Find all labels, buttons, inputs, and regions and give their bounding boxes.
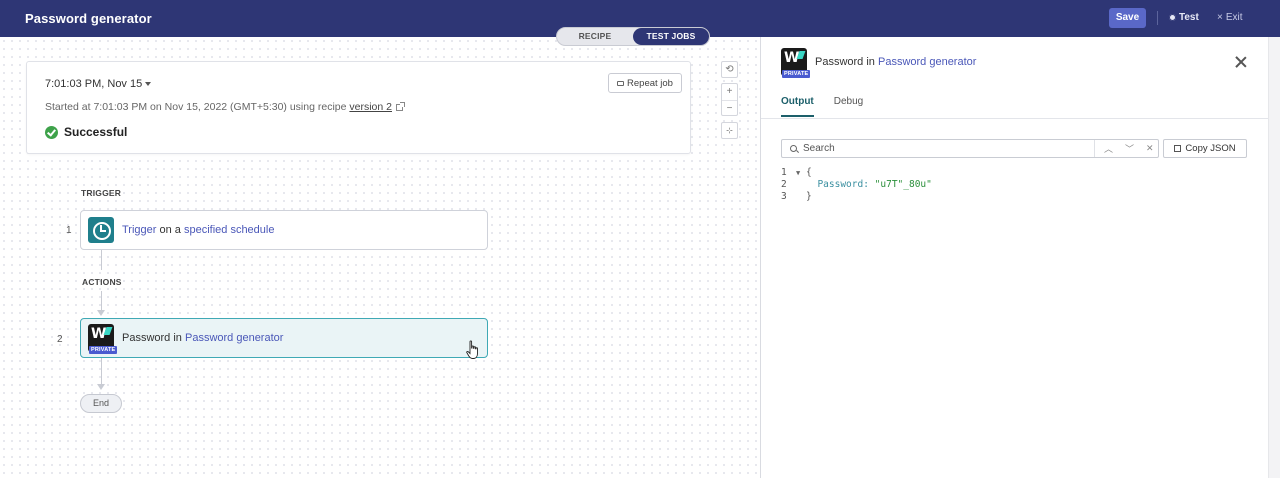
code-text: {	[806, 167, 812, 178]
reset-view-button[interactable]: ⟲	[721, 61, 738, 78]
copy-json-label: Copy JSON	[1185, 143, 1236, 154]
status-label: Successful	[64, 125, 128, 139]
chevron-down-icon	[145, 82, 152, 87]
action-step-prefix: Password in	[122, 332, 185, 344]
copy-icon	[1174, 145, 1182, 152]
arrow-down-icon	[97, 310, 105, 316]
recipe-tab[interactable]: RECIPE	[559, 28, 631, 45]
step-connector-text: on a	[156, 224, 184, 236]
search-tools: ︿ ﹀ ✕	[1094, 140, 1154, 157]
copy-json-button[interactable]: Copy JSON	[1163, 139, 1247, 158]
test-jobs-tab[interactable]: TEST JOBS	[633, 28, 709, 45]
fit-screen-icon: ⊹	[726, 126, 733, 135]
fit-screen-button[interactable]: ⊹	[721, 122, 738, 139]
chevron-down-icon[interactable]: ﹀	[1125, 142, 1134, 155]
save-button[interactable]: Save	[1109, 8, 1146, 28]
job-summary-card: 7:01:03 PM, Nov 15 Started at 7:01:03 PM…	[26, 61, 691, 154]
trigger-step[interactable]: Trigger on a specified schedule	[80, 210, 488, 250]
actions-section-label: ACTIONS	[82, 277, 122, 287]
panel-tabs: Output Debug	[781, 96, 863, 117]
header-divider	[1157, 11, 1158, 25]
code-line: 3 }	[781, 191, 932, 203]
panel-header: W PRIVATE Password in Password generator	[781, 48, 976, 78]
fold-caret-icon[interactable]: ▼	[796, 167, 806, 179]
line-number: 3	[781, 191, 787, 202]
job-time: 7:01:03 PM, Nov 15	[45, 78, 143, 90]
tabs-divider	[761, 118, 1269, 119]
job-time-dropdown[interactable]: 7:01:03 PM, Nov 15	[45, 78, 152, 90]
password-generator-link[interactable]: Password generator	[185, 332, 283, 344]
refresh-icon: ⟲	[725, 64, 734, 75]
zoom-in-button[interactable]: +	[722, 84, 737, 100]
panel-title: Password in Password generator	[815, 56, 976, 68]
logo-accent	[796, 51, 806, 59]
app-title: Password generator	[25, 11, 152, 26]
flow-connector	[101, 250, 102, 270]
exit-label: Exit	[1225, 12, 1243, 23]
action-step-text: Password in Password generator	[122, 332, 283, 344]
schedule-link[interactable]: specified schedule	[184, 224, 275, 236]
line-number: 2	[781, 179, 787, 190]
hand-cursor-icon	[466, 340, 478, 359]
search-input[interactable]	[803, 143, 1073, 154]
end-node: End	[80, 394, 122, 413]
line-number: 1	[781, 167, 787, 178]
json-key: Password:	[817, 179, 875, 190]
trigger-step-text: Trigger on a specified schedule	[122, 224, 274, 236]
gear-icon	[1169, 14, 1176, 21]
check-circle-icon	[45, 125, 58, 139]
test-button[interactable]: Test	[1169, 12, 1199, 23]
job-started-info: Started at 7:01:03 PM on Nov 15, 2022 (G…	[45, 101, 405, 113]
code-text: Password: "u7T"_80u"	[806, 179, 932, 191]
code-line: 2 Password: "u7T"_80u"	[781, 179, 932, 191]
job-status: Successful	[45, 125, 127, 139]
flow-connector	[101, 291, 102, 311]
search-icon	[790, 145, 797, 152]
view-toggle: RECIPE TEST JOBS	[556, 27, 710, 46]
arrow-down-icon	[97, 384, 105, 390]
private-badge: PRIVATE	[782, 70, 811, 78]
repeat-job-button[interactable]: Repeat job	[608, 73, 682, 93]
repeat-icon	[617, 80, 625, 86]
workato-connector-icon: W PRIVATE	[88, 324, 118, 354]
tab-debug[interactable]: Debug	[834, 96, 863, 117]
external-link-icon[interactable]	[396, 101, 405, 111]
workato-connector-icon: W PRIVATE	[781, 48, 811, 78]
step-detail-panel: W PRIVATE Password in Password generator…	[760, 37, 1280, 478]
action-step-password[interactable]: W PRIVATE Password in Password generator	[80, 318, 488, 358]
chevron-up-icon[interactable]: ︿	[1104, 142, 1113, 155]
clock-icon	[88, 217, 114, 243]
step-number: 1	[66, 225, 72, 236]
repeat-job-label: Repeat job	[627, 77, 673, 89]
close-panel-icon[interactable]	[1234, 55, 1248, 69]
step-number: 2	[57, 334, 63, 345]
tab-output[interactable]: Output	[781, 96, 814, 117]
output-search: ︿ ﹀ ✕	[781, 139, 1159, 158]
zoom-controls: + −	[721, 83, 738, 116]
json-value: "u7T"_80u"	[874, 179, 932, 190]
flow-connector	[101, 358, 102, 384]
version-link[interactable]: version 2	[349, 101, 392, 113]
code-line: 1 ▼ {	[781, 167, 932, 179]
panel-title-link[interactable]: Password generator	[878, 56, 976, 68]
code-text: }	[806, 191, 812, 202]
test-label: Test	[1179, 12, 1199, 23]
trigger-section-label: TRIGGER	[81, 188, 122, 198]
panel-title-prefix: Password in	[815, 56, 878, 68]
panel-scrollbar[interactable]	[1268, 37, 1280, 478]
exit-button[interactable]: × Exit	[1217, 12, 1243, 23]
job-started-text: Started at 7:01:03 PM on Nov 15, 2022 (G…	[45, 101, 350, 113]
trigger-link[interactable]: Trigger	[122, 224, 156, 236]
logo-accent	[103, 327, 113, 335]
clear-search-icon[interactable]: ✕	[1146, 143, 1154, 154]
private-badge: PRIVATE	[89, 346, 118, 354]
zoom-out-button[interactable]: −	[722, 100, 737, 116]
close-icon: ×	[1217, 12, 1223, 23]
json-output: 1 ▼ { 2 Password: "u7T"_80u" 3 }	[781, 167, 932, 203]
